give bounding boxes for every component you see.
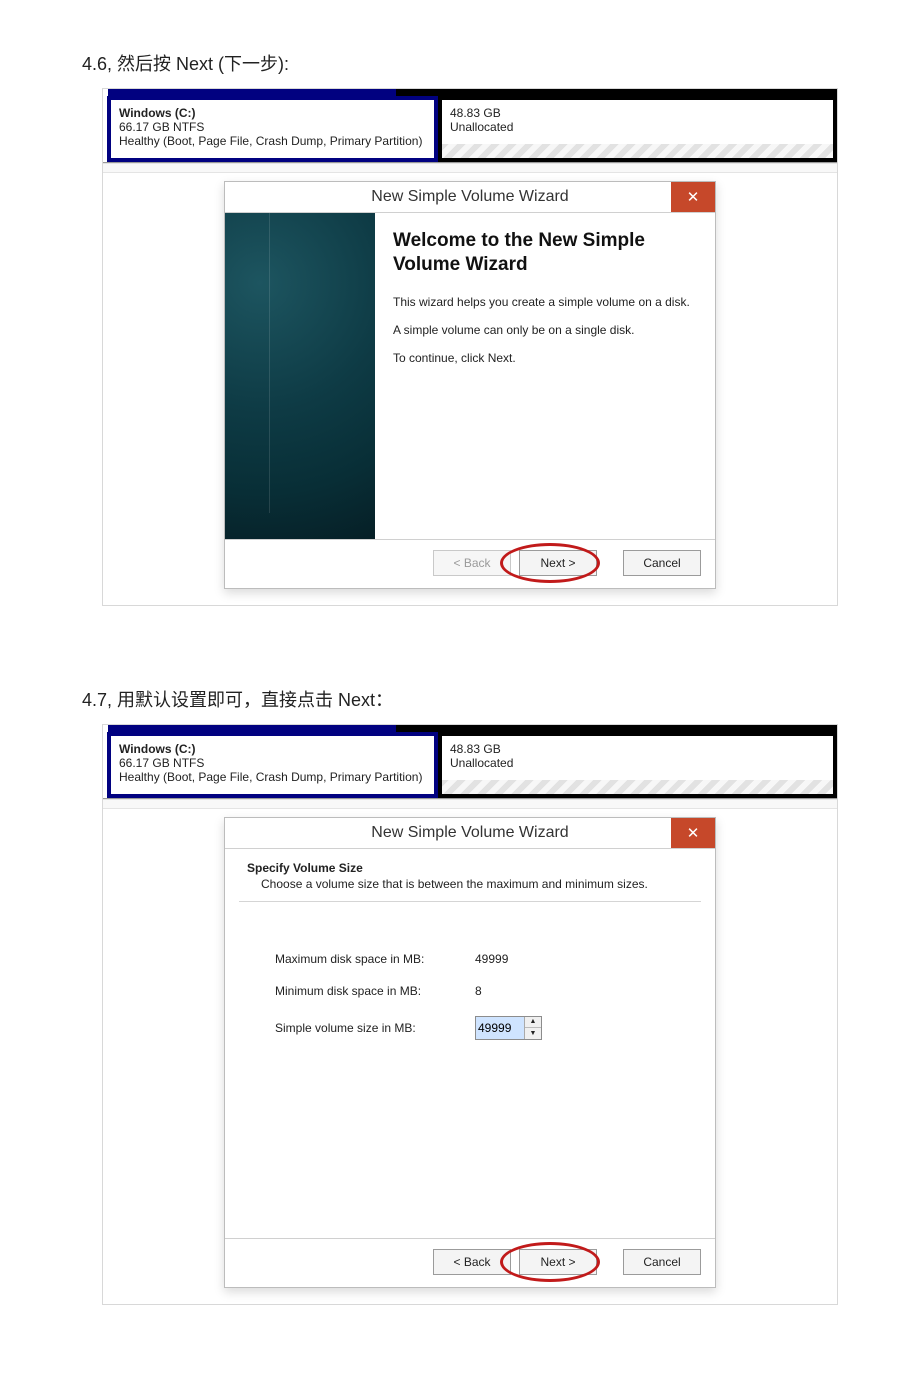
screenshot-46: Windows (C:) 66.17 GB NTFS Healthy (Boot… — [102, 88, 838, 606]
wizard-button-row: < Back Next > Cancel — [225, 539, 715, 588]
partition-c-title: Windows (C:) — [119, 106, 426, 120]
close-button[interactable]: ✕ — [671, 182, 715, 212]
screenshot-47: Windows (C:) 66.17 GB NTFS Healthy (Boot… — [102, 724, 838, 1305]
row-max-space: Maximum disk space in MB: 49999 — [275, 952, 693, 966]
close-icon: ✕ — [687, 188, 700, 206]
row-volume-size: Simple volume size in MB: ▲ ▼ — [275, 1016, 693, 1040]
partition-c-size: 66.17 GB NTFS — [119, 120, 426, 134]
wizard-p3: To continue, click Next. — [393, 351, 697, 365]
next-button[interactable]: Next > — [519, 550, 597, 576]
partition-c-title: Windows (C:) — [119, 742, 426, 756]
close-button[interactable]: ✕ — [671, 818, 715, 848]
spec-heading: Specify Volume Size — [247, 861, 693, 875]
wizard-heading: Welcome to the New Simple Volume Wizard — [393, 229, 697, 277]
divider — [239, 901, 701, 902]
spinner-up-icon[interactable]: ▲ — [525, 1017, 541, 1029]
partition-c-status: Healthy (Boot, Page File, Crash Dump, Pr… — [119, 134, 426, 148]
partition-c: Windows (C:) 66.17 GB NTFS Healthy (Boot… — [107, 96, 438, 162]
partition-unalloc-status: Unallocated — [450, 756, 825, 770]
step-caption-47: 4.7, 用默认设置即可，直接点击 Next： — [82, 686, 920, 712]
partition-unalloc-size: 48.83 GB — [450, 106, 825, 120]
next-button[interactable]: Next > — [519, 1249, 597, 1275]
dialog-title: New Simple Volume Wizard — [371, 824, 568, 841]
wizard-side-image — [225, 213, 375, 539]
dialog-titlebar[interactable]: New Simple Volume Wizard ✕ — [225, 182, 715, 213]
partition-unallocated: 48.83 GB Unallocated — [438, 732, 837, 798]
disk-map: Windows (C:) 66.17 GB NTFS Healthy (Boot… — [103, 96, 837, 163]
partition-c-status: Healthy (Boot, Page File, Crash Dump, Pr… — [119, 770, 426, 784]
partition-unalloc-size: 48.83 GB — [450, 742, 825, 756]
close-icon: ✕ — [687, 824, 700, 842]
partition-c-size: 66.17 GB NTFS — [119, 756, 426, 770]
step-caption-46: 4.6, 然后按 Next (下一步): — [82, 50, 920, 76]
volume-size-spinner[interactable]: ▲ ▼ — [475, 1016, 542, 1040]
wizard-p1: This wizard helps you create a simple vo… — [393, 295, 697, 309]
disk-map: Windows (C:) 66.17 GB NTFS Healthy (Boot… — [103, 732, 837, 799]
label-min: Minimum disk space in MB: — [275, 984, 475, 998]
back-button: < Back — [433, 550, 511, 576]
row-min-space: Minimum disk space in MB: 8 — [275, 984, 693, 998]
wizard-p2: A simple volume can only be on a single … — [393, 323, 697, 337]
dialog-title: New Simple Volume Wizard — [371, 188, 568, 205]
dialog-titlebar[interactable]: New Simple Volume Wizard ✕ — [225, 818, 715, 849]
wizard-dialog: New Simple Volume Wizard ✕ Specify Volum… — [224, 817, 716, 1288]
spinner-down-icon[interactable]: ▼ — [525, 1028, 541, 1039]
partition-c: Windows (C:) 66.17 GB NTFS Healthy (Boot… — [107, 732, 438, 798]
spec-subheading: Choose a volume size that is between the… — [261, 877, 693, 891]
wizard-dialog: New Simple Volume Wizard ✕ Welcome to th… — [224, 181, 716, 589]
back-button[interactable]: < Back — [433, 1249, 511, 1275]
value-min: 8 — [475, 984, 555, 998]
volume-size-input[interactable] — [476, 1017, 524, 1039]
label-max: Maximum disk space in MB: — [275, 952, 475, 966]
partition-unalloc-status: Unallocated — [450, 120, 825, 134]
label-size: Simple volume size in MB: — [275, 1021, 475, 1035]
value-max: 49999 — [475, 952, 555, 966]
cancel-button[interactable]: Cancel — [623, 1249, 701, 1275]
wizard-button-row: < Back Next > Cancel — [225, 1238, 715, 1287]
partition-unallocated: 48.83 GB Unallocated — [438, 96, 837, 162]
cancel-button[interactable]: Cancel — [623, 550, 701, 576]
